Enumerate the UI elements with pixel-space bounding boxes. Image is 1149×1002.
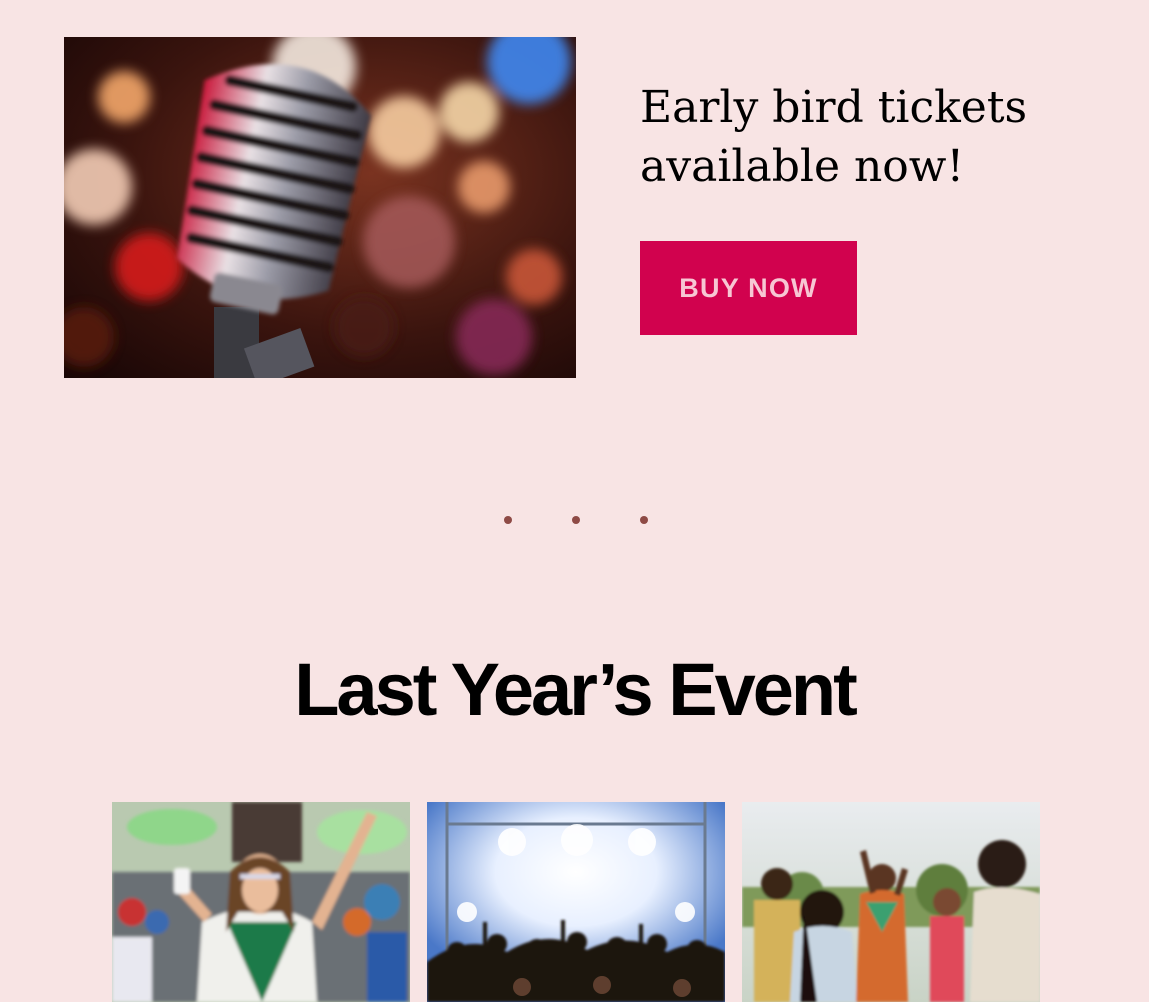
dots-separator xyxy=(501,513,651,527)
separator-dot xyxy=(640,516,648,524)
separator-dot xyxy=(504,516,512,524)
gallery-image-concert[interactable]: concert-crowd-stage-photo xyxy=(427,802,725,1002)
buy-now-button[interactable]: BUY NOW xyxy=(640,241,857,335)
gallery-image-dancer[interactable]: festival-dancer-photo xyxy=(112,802,410,1002)
gallery-image-crowd[interactable]: outdoor-festival-crowd-photo xyxy=(742,802,1040,1002)
early-bird-heading: Early bird tickets available now! xyxy=(640,82,1028,192)
microphone-image xyxy=(64,37,576,378)
separator-dot xyxy=(572,516,580,524)
last-years-event-heading: Last Year’s Event xyxy=(294,648,858,731)
event-gallery: festival-dancer-photo xyxy=(112,802,1040,1002)
